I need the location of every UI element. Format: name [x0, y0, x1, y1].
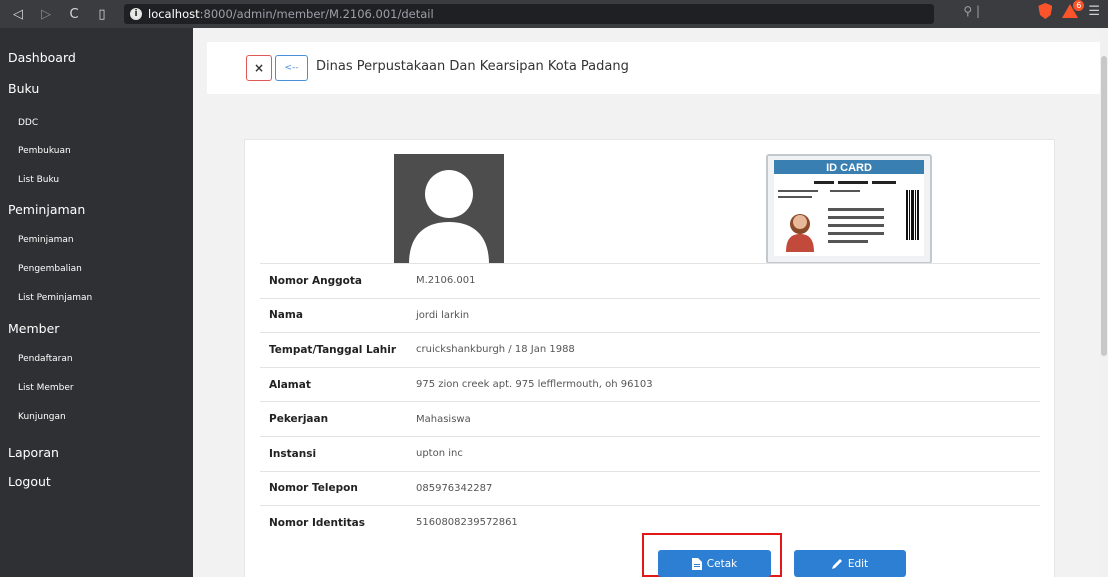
sidebar-item-laporan[interactable]: Laporan: [8, 445, 59, 460]
table-row: Nomor Anggota M.2106.001: [260, 263, 1040, 298]
id-card-image: ID CARD: [766, 154, 932, 264]
sidebar: Dashboard Buku DDC Pembukuan List Buku P…: [0, 28, 193, 577]
row-label: Pekerjaan: [269, 413, 329, 426]
bookmark-icon[interactable]: ▯: [94, 7, 110, 22]
scrollbar[interactable]: [1100, 28, 1108, 577]
print-button[interactable]: Cetak: [658, 550, 771, 577]
table-row: Nomor Telepon 085976342287: [260, 470, 1040, 506]
url-path: :8000/admin/member/M.2106.001/detail: [199, 7, 434, 21]
member-detail-table: Nomor Anggota M.2106.001 Nama jordi lark…: [260, 263, 1040, 540]
page-title: Dinas Perpustakaan Dan Kearsipan Kota Pa…: [316, 59, 629, 74]
sidebar-item-peminjaman[interactable]: Peminjaman: [8, 202, 85, 217]
sidebar-item-dashboard[interactable]: Dashboard: [8, 50, 76, 65]
browser-nav: ◁ ▷ C ▯: [0, 7, 110, 22]
edit-button-label: Edit: [847, 557, 869, 570]
back-button[interactable]: <--: [275, 55, 308, 81]
menu-icon[interactable]: ☰: [1088, 4, 1100, 19]
sidebar-item-pendaftaran[interactable]: Pendaftaran: [18, 354, 73, 364]
table-row: Instansi upton inc: [260, 435, 1040, 471]
row-label: Nomor Telepon: [269, 482, 358, 495]
row-value: 085976342287: [416, 482, 493, 494]
row-label: Alamat: [269, 378, 311, 391]
sidebar-item-pembukuan[interactable]: Pembukuan: [18, 146, 71, 156]
close-button[interactable]: ×: [246, 55, 272, 81]
row-value: 975 zion creek apt. 975 lefflermouth, oh…: [416, 379, 653, 391]
row-label: Instansi: [269, 447, 317, 460]
sidebar-item-list-member[interactable]: List Member: [18, 383, 74, 393]
brave-rewards-icon[interactable]: 6: [1062, 0, 1085, 18]
row-label: Tempat/Tanggal Lahir: [269, 343, 397, 356]
table-row: Alamat 975 zion creek apt. 975 lefflermo…: [260, 366, 1040, 402]
pencil-icon: [831, 559, 842, 569]
forward-icon[interactable]: ▷: [38, 7, 54, 22]
avatar: [394, 154, 504, 264]
row-value: jordi larkin: [416, 309, 470, 321]
sidebar-item-buku[interactable]: Buku: [8, 81, 39, 96]
edit-button[interactable]: Edit: [794, 550, 906, 577]
sidebar-item-ddc[interactable]: DDC: [18, 118, 38, 128]
sidebar-item-kunjungan[interactable]: Kunjungan: [18, 412, 66, 422]
print-button-label: Cetak: [706, 557, 738, 570]
sidebar-item-peminjaman-sub[interactable]: Peminjaman: [18, 235, 74, 245]
extensions: 6 ☰: [1038, 0, 1100, 19]
zoom-icon[interactable]: ⚲ |: [963, 4, 980, 18]
table-row: Pekerjaan Mahasiswa: [260, 401, 1040, 436]
row-label: Nomor Anggota: [269, 274, 362, 287]
browser-toolbar: ◁ ▷ C ▯ i localhost:8000/admin/member/M.…: [0, 0, 1108, 28]
sidebar-item-member[interactable]: Member: [8, 321, 59, 336]
row-label: Nomor Identitas: [269, 516, 365, 529]
brave-shield-icon[interactable]: [1038, 3, 1053, 19]
id-card-icon: ID CARD: [774, 160, 924, 256]
id-card-title: ID CARD: [826, 162, 872, 174]
scrollbar-thumb[interactable]: [1101, 56, 1107, 356]
document-icon: [691, 557, 702, 570]
user-placeholder-icon: [409, 170, 489, 264]
sidebar-item-logout[interactable]: Logout: [8, 474, 51, 489]
sidebar-item-list-peminjaman[interactable]: List Peminjaman: [18, 293, 92, 303]
row-label: Nama: [269, 309, 303, 322]
row-value: M.2106.001: [416, 275, 476, 287]
row-value: upton inc: [416, 448, 463, 460]
row-value: cruickshankburgh / 18 Jan 1988: [416, 344, 575, 356]
site-info-icon[interactable]: i: [130, 8, 142, 20]
sidebar-item-pengembalian[interactable]: Pengembalian: [18, 264, 82, 274]
table-row: Nama jordi larkin: [260, 297, 1040, 333]
url-host: localhost: [148, 7, 200, 21]
row-value: 5160808239572861: [416, 517, 518, 529]
reload-icon[interactable]: C: [66, 7, 82, 22]
sidebar-item-list-buku[interactable]: List Buku: [18, 175, 59, 185]
table-row: Tempat/Tanggal Lahir cruickshankburgh / …: [260, 332, 1040, 367]
rewards-badge: 6: [1073, 0, 1085, 11]
back-icon[interactable]: ◁: [10, 7, 26, 22]
address-bar[interactable]: i localhost:8000/admin/member/M.2106.001…: [124, 4, 934, 24]
row-value: Mahasiswa: [416, 413, 471, 425]
